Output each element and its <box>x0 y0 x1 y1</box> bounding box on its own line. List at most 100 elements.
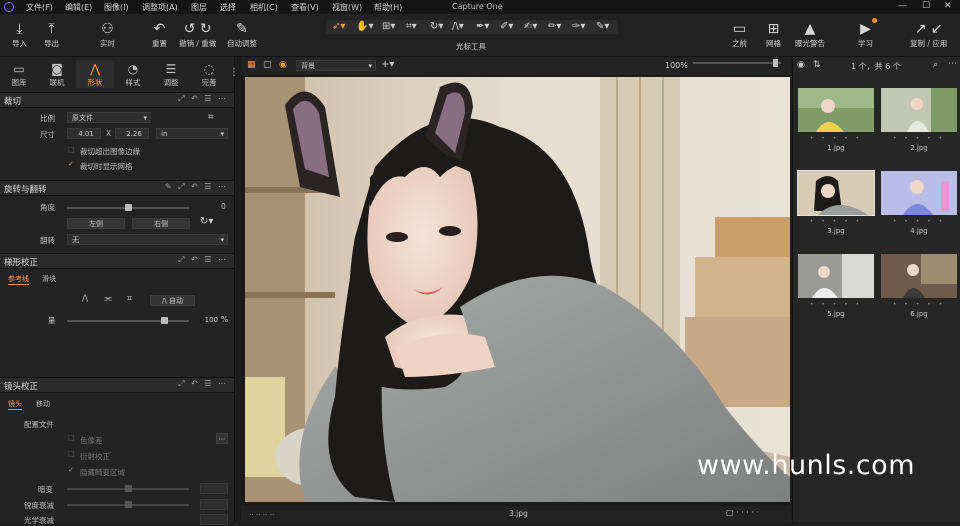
light-falloff-input[interactable] <box>200 514 228 525</box>
import-button[interactable]: ⤓ 导入 <box>12 20 27 49</box>
add-icon[interactable]: +▾ <box>381 59 394 70</box>
keystone-auto-button[interactable]: /\ 自动 <box>150 295 195 306</box>
thumbnail-dots[interactable]: • • • • • <box>881 135 957 142</box>
rotate-right-button[interactable]: 右侧 <box>132 218 190 229</box>
crop-section-header[interactable]: 裁切 ⤢ ↶ ☰ ⋯ <box>0 92 234 108</box>
gradient-icon[interactable]: ✑▾ <box>572 21 585 32</box>
footer-options-icon[interactable]: ▢ · · · · · <box>726 508 759 517</box>
menu-select[interactable]: 选择 <box>220 2 236 13</box>
keystone-amount-input[interactable]: 100 <box>196 315 220 326</box>
export-button[interactable]: ⤒ 导出 <box>44 20 59 49</box>
menu-edit[interactable]: 编辑(E) <box>65 2 92 13</box>
thumbnail-dots[interactable]: • • • • • <box>881 301 957 308</box>
more-icon[interactable]: ⋯ <box>948 59 957 69</box>
rotate-left-button[interactable]: 左侧 <box>67 218 125 229</box>
tab-movement[interactable]: 移动 <box>36 399 50 409</box>
keystone-icon[interactable]: /\▾ <box>452 21 464 32</box>
dark-slider[interactable] <box>67 485 189 492</box>
crop-unit-select[interactable]: in ▾ <box>156 128 228 139</box>
menu-window[interactable]: 视窗(W) <box>332 2 362 13</box>
angle-slider[interactable] <box>67 204 189 211</box>
section-tools-icon[interactable]: ⤢ ↶ ☰ ⋯ <box>178 255 228 265</box>
zoom-slider-knob[interactable] <box>773 59 778 67</box>
reset-button[interactable]: ↶ 重置 <box>152 20 167 49</box>
menu-file[interactable]: 文件(F) <box>26 2 53 13</box>
lens-section-header[interactable]: 镜头校正 ⤢ ↶ ☰ ⋯ <box>0 377 234 393</box>
proof-view-icon[interactable]: ◉ <box>279 60 287 70</box>
picker-icon[interactable]: ✒▾ <box>476 21 489 32</box>
eye-icon[interactable]: ◉ <box>797 60 805 70</box>
crop-outside-checkbox[interactable]: □ <box>68 147 75 154</box>
menu-adjustments[interactable]: 调整项(A) <box>142 2 178 13</box>
grid-button[interactable]: ⊞ 网格 <box>766 20 781 49</box>
rotate-icon[interactable]: ↻▾ <box>430 21 443 32</box>
crop-width-input[interactable]: 4.01 <box>67 128 101 139</box>
sharpness-slider[interactable] <box>67 501 189 508</box>
thumbnail-4[interactable] <box>881 171 957 215</box>
maximize-button[interactable]: ☐ <box>922 1 930 11</box>
learn-button[interactable]: ▶ 学习 <box>858 20 873 49</box>
single-view-icon[interactable]: ▢ <box>263 60 272 70</box>
zoom-slider[interactable] <box>693 62 781 64</box>
sharpness-slider-knob[interactable] <box>125 501 132 508</box>
tab-sliders[interactable]: 滑块 <box>42 274 56 284</box>
exposure-warning-button[interactable]: ▲ 曝光警告 <box>795 20 825 49</box>
tab-adjust[interactable]: ☰ 调整 <box>152 61 190 88</box>
thumbnail-1[interactable] <box>798 88 874 132</box>
tab-library[interactable]: ▭ 图库 <box>0 61 38 88</box>
thumbnail-dots[interactable]: • • • • • <box>881 218 957 225</box>
pan-icon[interactable]: ✋▾ <box>356 21 373 32</box>
menu-layer[interactable]: 图层 <box>191 2 207 13</box>
section-tools-icon[interactable]: ✎ ⤢ ↶ ☰ ⋯ <box>165 182 228 192</box>
tab-style[interactable]: ◔ 样式 <box>114 61 152 88</box>
keystone-amount-slider[interactable] <box>67 317 189 324</box>
tab-guides[interactable]: 参考线 <box>8 274 29 285</box>
thumbnail-dots[interactable]: • • • • • <box>798 135 874 142</box>
menu-help[interactable]: 帮助(H) <box>374 2 402 13</box>
keystone-vertical-icon[interactable]: /\ <box>82 294 88 304</box>
menu-image[interactable]: 图像(I) <box>104 2 129 13</box>
crop-height-input[interactable]: 2.26 <box>115 128 149 139</box>
keystone-horizontal-icon[interactable]: ⫘ <box>104 294 112 304</box>
crop-grid-checkbox[interactable]: ✓ <box>68 161 75 168</box>
live-button[interactable]: ⚇ 实时 <box>100 20 115 49</box>
diffraction-checkbox[interactable]: □ <box>68 451 75 458</box>
minimize-button[interactable]: — <box>898 1 907 11</box>
select-cursor-icon[interactable]: ➶▾ <box>332 21 345 32</box>
dark-input[interactable] <box>200 483 228 494</box>
brush-icon[interactable]: ✍▾ <box>524 21 537 32</box>
tab-shape[interactable]: ⋀ 形状 <box>76 61 114 88</box>
thumbnail-dots[interactable]: • • • • • <box>798 301 874 308</box>
angle-slider-knob[interactable] <box>124 204 132 211</box>
zoom-icon[interactable]: ⊞▾ <box>382 21 395 32</box>
rotation-section-header[interactable]: 旋转与翻转 ✎ ⤢ ↶ ☰ ⋯ <box>0 180 234 196</box>
before-button[interactable]: ▭ 之前 <box>732 20 747 49</box>
chromatic-checkbox[interactable]: □ <box>68 435 75 442</box>
crop-ratio-select[interactable]: 原文件 ▾ <box>67 112 151 123</box>
lens-more-button[interactable]: ⋯ <box>216 433 228 444</box>
section-tools-icon[interactable]: ⤢ ↶ ☰ ⋯ <box>178 94 228 104</box>
grid-view-icon[interactable]: ▦ <box>247 60 256 70</box>
sharpness-input[interactable] <box>200 499 228 510</box>
tab-capture[interactable]: ◙ 联机 <box>38 61 76 88</box>
keystone-amount-knob[interactable] <box>161 317 169 324</box>
keystone-both-icon[interactable]: ⌗ <box>127 294 132 304</box>
thumbnail-dots[interactable]: • • • • • <box>798 218 874 225</box>
tab-lens[interactable]: 镜头 <box>8 399 22 410</box>
thumbnail-2[interactable] <box>881 88 957 132</box>
style-select[interactable]: 背景 ▾ <box>296 60 376 71</box>
annotate-icon[interactable]: ✎▾ <box>596 21 609 32</box>
flip-select[interactable]: 无 ▾ <box>67 234 228 245</box>
thumbnail-3[interactable] <box>797 170 875 216</box>
menu-view[interactable]: 查看(V) <box>291 2 319 13</box>
tab-refine[interactable]: ◌ 完善 <box>190 61 228 88</box>
sort-icon[interactable]: ⇅ <box>813 60 821 70</box>
close-button[interactable]: ✕ <box>944 1 952 11</box>
copy-apply-button[interactable]: ↗ ↙ 复制 / 应用 <box>910 20 947 49</box>
search-icon[interactable]: ⌕ <box>933 60 938 70</box>
section-tools-icon[interactable]: ⤢ ↶ ☰ ⋯ <box>178 379 228 389</box>
undo-redo-button[interactable]: ↺ ↻ 撤销 / 重做 <box>179 20 216 49</box>
hide-distortion-checkbox[interactable]: ✓ <box>68 467 75 474</box>
draw-mask-icon[interactable]: ✏▾ <box>548 21 561 32</box>
crop-tool-icon[interactable]: ⌗ <box>208 112 214 123</box>
